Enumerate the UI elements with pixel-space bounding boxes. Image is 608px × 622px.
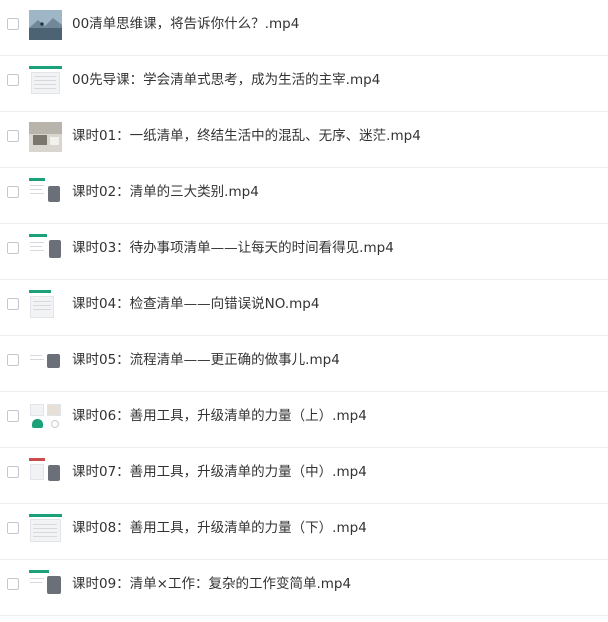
slide-cloud-icon[interactable] bbox=[29, 402, 62, 432]
file-name[interactable]: 课时01：一纸清单，终结生活中的混乱、无序、迷茫.mp4 bbox=[72, 127, 421, 145]
slide-table-icon[interactable] bbox=[29, 290, 62, 320]
file-row[interactable]: 课时04：检查清单——向错误说NO.mp4 bbox=[0, 280, 608, 336]
file-list: 00清单思维课，将告诉你什么？.mp4 00先导课：学会清单式思考，成为生活的主… bbox=[0, 0, 608, 616]
file-row[interactable]: 课时07：善用工具，升级清单的力量（中）.mp4 bbox=[0, 448, 608, 504]
file-row[interactable]: 课时06：善用工具，升级清单的力量（上）.mp4 bbox=[0, 392, 608, 448]
row-checkbox[interactable] bbox=[7, 522, 19, 534]
slide-table-icon[interactable] bbox=[29, 514, 62, 544]
file-row[interactable]: 课时09：清单×工作：复杂的工作变简单.mp4 bbox=[0, 560, 608, 616]
file-name[interactable]: 课时04：检查清单——向错误说NO.mp4 bbox=[72, 295, 319, 313]
file-name[interactable]: 课时06：善用工具，升级清单的力量（上）.mp4 bbox=[72, 407, 367, 425]
photo-landscape-icon[interactable] bbox=[29, 10, 62, 40]
row-checkbox[interactable] bbox=[7, 242, 19, 254]
file-name[interactable]: 课时02：清单的三大类别.mp4 bbox=[72, 183, 259, 201]
file-name[interactable]: 课时09：清单×工作：复杂的工作变简单.mp4 bbox=[72, 575, 351, 593]
row-checkbox[interactable] bbox=[7, 466, 19, 478]
file-row[interactable]: 00清单思维课，将告诉你什么？.mp4 bbox=[0, 0, 608, 56]
row-checkbox[interactable] bbox=[7, 130, 19, 142]
file-row[interactable]: 课时01：一纸清单，终结生活中的混乱、无序、迷茫.mp4 bbox=[0, 112, 608, 168]
row-checkbox[interactable] bbox=[7, 578, 19, 590]
file-name[interactable]: 课时07：善用工具，升级清单的力量（中）.mp4 bbox=[72, 463, 367, 481]
slide-presenter-icon[interactable] bbox=[29, 178, 62, 208]
file-name[interactable]: 00清单思维课，将告诉你什么？.mp4 bbox=[72, 15, 299, 33]
file-row[interactable]: 课时02：清单的三大类别.mp4 bbox=[0, 168, 608, 224]
row-checkbox[interactable] bbox=[7, 186, 19, 198]
slide-presenter-icon[interactable] bbox=[29, 346, 62, 376]
slide-presenter-icon[interactable] bbox=[29, 234, 62, 264]
file-name[interactable]: 课时03：待办事项清单——让每天的时间看得见.mp4 bbox=[72, 239, 394, 257]
file-name[interactable]: 00先导课：学会清单式思考，成为生活的主宰.mp4 bbox=[72, 71, 380, 89]
row-checkbox[interactable] bbox=[7, 18, 19, 30]
slide-presenter-icon[interactable] bbox=[29, 458, 62, 488]
row-checkbox[interactable] bbox=[7, 354, 19, 366]
row-checkbox[interactable] bbox=[7, 298, 19, 310]
photo-desk-icon[interactable] bbox=[29, 122, 62, 152]
row-checkbox[interactable] bbox=[7, 410, 19, 422]
file-row[interactable]: 课时03：待办事项清单——让每天的时间看得见.mp4 bbox=[0, 224, 608, 280]
slide-table-icon[interactable] bbox=[29, 66, 62, 96]
row-checkbox[interactable] bbox=[7, 74, 19, 86]
slide-presenter-icon[interactable] bbox=[29, 570, 62, 600]
file-name[interactable]: 课时08：善用工具，升级清单的力量（下）.mp4 bbox=[72, 519, 367, 537]
file-name[interactable]: 课时05：流程清单——更正确的做事儿.mp4 bbox=[72, 351, 340, 369]
file-row[interactable]: 课时05：流程清单——更正确的做事儿.mp4 bbox=[0, 336, 608, 392]
file-row[interactable]: 课时08：善用工具，升级清单的力量（下）.mp4 bbox=[0, 504, 608, 560]
file-row[interactable]: 00先导课：学会清单式思考，成为生活的主宰.mp4 bbox=[0, 56, 608, 112]
